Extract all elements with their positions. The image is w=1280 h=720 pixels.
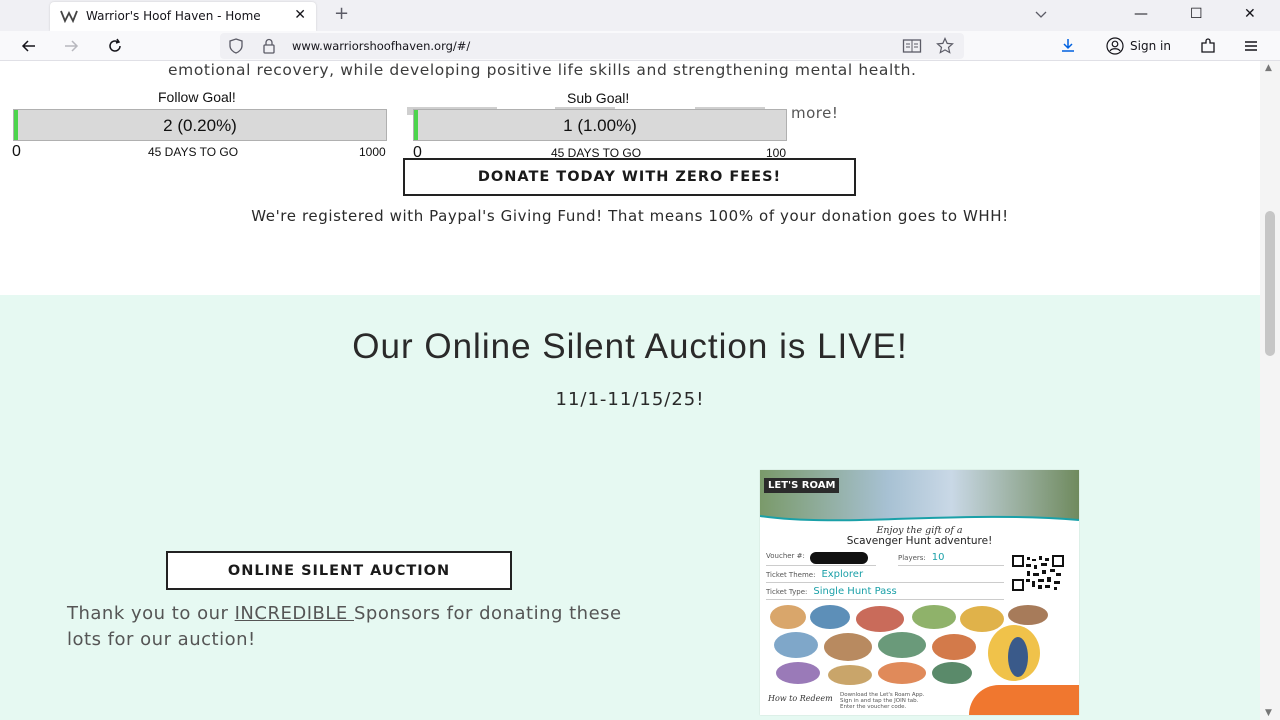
scroll-down-arrow-icon[interactable]: ▼ bbox=[1265, 708, 1272, 718]
type-value: Single Hunt Pass bbox=[813, 586, 897, 597]
window-maximize-icon[interactable]: ☐ bbox=[1190, 5, 1203, 23]
tracking-shield-icon[interactable] bbox=[228, 38, 244, 54]
lets-roam-logo: LET'S ROAM bbox=[764, 478, 840, 493]
address-bar[interactable]: www.warriorshoofhaven.org/#/ bbox=[220, 33, 964, 59]
downloads-icon[interactable] bbox=[1059, 37, 1077, 55]
follow-goal-days-left: 45 DAYS TO GO bbox=[148, 145, 239, 159]
scrollbar-thumb[interactable] bbox=[1265, 211, 1275, 356]
lets-roam-voucher-flyer-image[interactable]: LET'S ROAM Enjoy the gift of a Scavenger… bbox=[760, 470, 1079, 715]
account-sign-in-button[interactable]: Sign in bbox=[1100, 35, 1177, 57]
type-label: Ticket Type: bbox=[766, 588, 808, 596]
page-viewport: emotional recovery, while developing pos… bbox=[0, 61, 1260, 720]
mission-statement-text: emotional recovery, while developing pos… bbox=[168, 61, 917, 79]
reader-view-icon[interactable] bbox=[902, 38, 922, 54]
follow-goal-title: Follow Goal! bbox=[158, 89, 236, 105]
voucher-label: Voucher #: bbox=[766, 552, 805, 560]
flyer-photo-collage bbox=[770, 605, 1048, 685]
tab-close-icon[interactable]: ✕ bbox=[294, 7, 306, 23]
sub-goal-progress-bar: 1 (1.00%) bbox=[413, 109, 787, 141]
flyer-players-field: Players: 10 bbox=[898, 552, 1004, 566]
online-silent-auction-button[interactable]: ONLINE SILENT AUCTION bbox=[166, 551, 512, 590]
url-text: www.warriorshoofhaven.org/#/ bbox=[292, 39, 471, 53]
players-value: 10 bbox=[931, 552, 945, 563]
flyer-orange-accent bbox=[969, 685, 1079, 715]
redeem-step: Enter the voucher code. bbox=[840, 704, 907, 710]
theme-label: Ticket Theme: bbox=[766, 571, 816, 579]
flyer-theme-field: Ticket Theme: Explorer bbox=[766, 569, 1004, 583]
extensions-puzzle-icon[interactable] bbox=[1199, 37, 1217, 55]
site-favicon-icon bbox=[60, 10, 78, 23]
tab-title: Warrior's Hoof Haven - Home bbox=[86, 9, 261, 23]
sponsors-thanks-text: Thank you to our INCREDIBLE Sponsors for… bbox=[67, 601, 627, 653]
donate-button[interactable]: DONATE TODAY WITH ZERO FEES! bbox=[403, 158, 856, 196]
more-text: more! bbox=[791, 104, 839, 122]
sign-in-label: Sign in bbox=[1130, 39, 1171, 53]
flyer-headline: Scavenger Hunt adventure! bbox=[846, 535, 993, 547]
back-arrow-icon[interactable] bbox=[20, 37, 38, 55]
auction-heading: Our Online Silent Auction is LIVE! bbox=[352, 327, 908, 366]
follow-goal-value: 2 (0.20%) bbox=[163, 116, 237, 135]
theme-value: Explorer bbox=[821, 569, 864, 580]
reload-icon[interactable] bbox=[106, 37, 124, 55]
browser-tab-active[interactable]: Warrior's Hoof Haven - Home ✕ bbox=[50, 2, 316, 31]
lock-icon[interactable] bbox=[262, 38, 276, 54]
window-close-icon[interactable]: ✕ bbox=[1244, 5, 1256, 23]
window-minimize-icon[interactable]: — bbox=[1134, 5, 1148, 23]
bookmark-star-icon[interactable] bbox=[936, 37, 954, 55]
sub-goal-value: 1 (1.00%) bbox=[563, 116, 637, 135]
redacted-voucher-number bbox=[810, 552, 868, 564]
tab-list-chevron-icon[interactable] bbox=[1033, 8, 1049, 20]
paypal-giving-fund-note: We're registered with Paypal's Giving Fu… bbox=[251, 207, 1009, 225]
account-icon bbox=[1106, 37, 1124, 55]
flyer-how-to-redeem: How to Redeem bbox=[768, 694, 833, 703]
follow-goal-progress-bar: 2 (0.20%) bbox=[13, 109, 387, 141]
page-scrollbar[interactable]: ▲ ▼ bbox=[1260, 61, 1280, 720]
follow-goal-min: 0 bbox=[12, 143, 21, 160]
qr-code-icon bbox=[1012, 555, 1064, 591]
thanks-text-before: Thank you to our bbox=[67, 603, 235, 624]
app-menu-hamburger-icon[interactable] bbox=[1242, 37, 1260, 55]
scroll-up-arrow-icon[interactable]: ▲ bbox=[1265, 63, 1272, 73]
navigation-toolbar: www.warriorshoofhaven.org/#/ Sign in bbox=[0, 31, 1280, 61]
flyer-redeem-steps: Download the Let's Roam App. Sign in and… bbox=[840, 692, 924, 710]
sub-goal-title: Sub Goal! bbox=[567, 90, 630, 106]
players-label: Players: bbox=[898, 554, 926, 562]
incredible-sponsors-link[interactable]: INCREDIBLE bbox=[235, 603, 354, 624]
forward-arrow-icon[interactable] bbox=[62, 37, 80, 55]
silent-auction-section: Our Online Silent Auction is LIVE! 11/1-… bbox=[0, 295, 1260, 720]
auction-dates: 11/1-11/15/25! bbox=[555, 389, 705, 410]
follow-goal-max: 1000 bbox=[359, 145, 386, 159]
tab-strip: Warrior's Hoof Haven - Home ✕ + — ☐ ✕ bbox=[0, 0, 1280, 31]
new-tab-icon[interactable]: + bbox=[334, 4, 349, 24]
flyer-type-field: Ticket Type: Single Hunt Pass bbox=[766, 586, 1004, 600]
